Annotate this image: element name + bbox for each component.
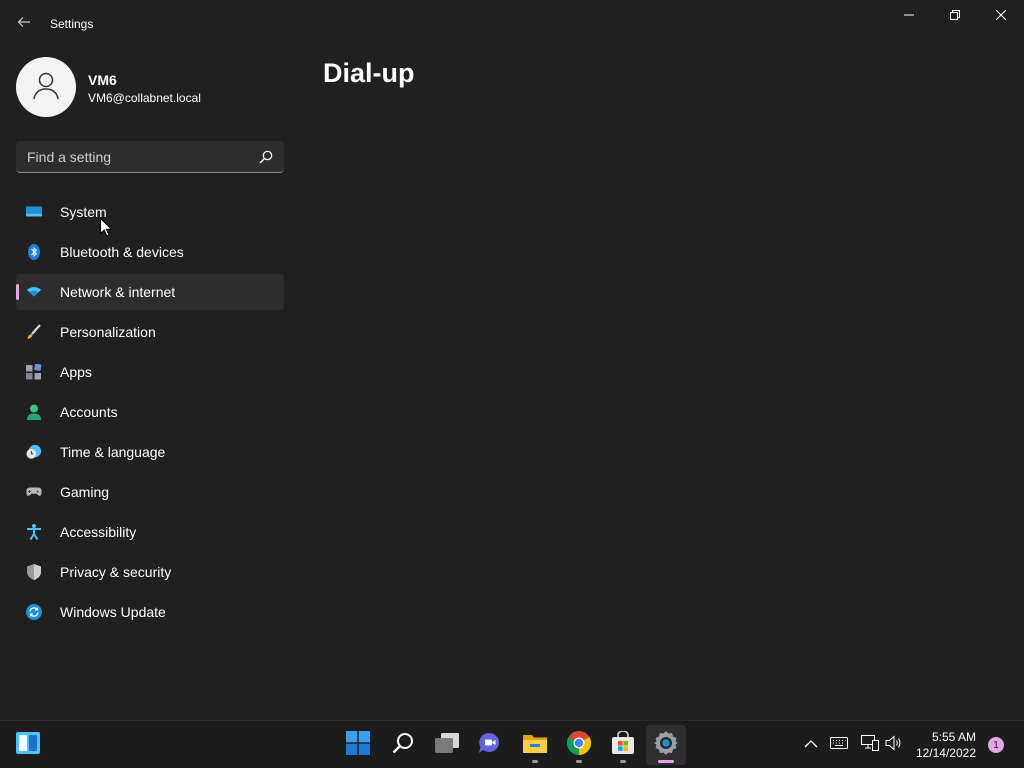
store-button[interactable] [603,725,643,765]
sidebar-item-system[interactable]: System [16,194,284,230]
sidebar-item-privacy[interactable]: Privacy & security [16,554,284,590]
chat-button[interactable] [470,725,510,765]
settings-taskbar-button[interactable] [646,725,686,765]
user-name: VM6 [88,72,117,88]
avatar[interactable] [16,57,76,117]
taskbar-search-button[interactable] [383,725,423,765]
running-indicator [532,760,538,763]
file-explorer-icon [522,732,548,759]
restore-icon [950,7,960,25]
system-icon [26,204,42,220]
accessibility-icon [26,524,42,540]
clock-time: 5:55 AM [931,730,976,744]
sidebar-item-personalization[interactable]: Personalization [16,314,284,350]
title-bar: Settings [0,0,1024,48]
brush-icon [26,324,42,340]
gamepad-icon [26,484,42,500]
show-hidden-icons-button[interactable] [801,735,821,755]
start-button[interactable] [338,725,378,765]
update-icon [26,604,42,620]
task-view-icon [434,732,460,759]
minimize-button[interactable] [886,0,932,32]
bluetooth-icon [26,244,42,260]
sidebar-item-label: Accounts [60,404,118,420]
running-indicator [576,760,582,763]
volume-tray-button[interactable] [884,734,904,756]
widgets-icon [16,731,40,759]
minimize-icon [904,7,914,25]
restore-button[interactable] [932,0,978,32]
user-icon [31,70,61,105]
page-title: Dial-up [323,58,415,88]
sidebar-item-label: Accessibility [60,524,137,540]
sidebar-item-time-language[interactable]: Time & language [16,434,284,470]
keyboard-tray-button[interactable] [829,735,849,755]
sidebar-item-label: Personalization [60,324,156,340]
app-title: Settings [50,17,94,31]
sidebar-item-bluetooth[interactable]: Bluetooth & devices [16,234,284,270]
chat-icon [478,732,502,759]
search-icon [392,732,414,759]
accounts-icon [26,404,42,420]
speaker-icon [885,734,903,756]
search-icon[interactable] [256,147,276,167]
sidebar-item-network[interactable]: Network & internet [16,274,284,310]
file-explorer-button[interactable] [515,725,555,765]
sidebar-item-accounts[interactable]: Accounts [16,394,284,430]
sidebar-item-label: Apps [60,364,92,380]
network-icon [26,284,42,300]
task-view-button[interactable] [427,725,467,765]
mouse-cursor-icon [100,217,113,242]
sidebar-item-windows-update[interactable]: Windows Update [16,594,284,630]
active-indicator [658,760,674,763]
sidebar-item-label: Network & internet [60,284,176,300]
settings-window: Settings VM6 VM6@collabnet.local Find a … [0,0,1024,720]
widgets-button[interactable] [8,725,48,765]
notification-badge[interactable]: 1 [988,737,1004,753]
taskbar-clock[interactable]: 5:55 AM 12/14/2022 [912,729,976,761]
taskbar: 5:55 AM 12/14/2022 1 [0,720,1024,768]
sidebar-item-label: Gaming [60,484,110,500]
search-box [16,141,284,173]
chevron-up-icon [804,736,818,754]
chrome-icon [566,730,592,760]
store-icon [611,729,635,760]
back-arrow-icon [17,15,31,34]
sidebar-nav: System Bluetooth & devices Network & int… [16,194,284,634]
chrome-button[interactable] [559,725,599,765]
sidebar-item-label: Windows Update [60,604,166,620]
running-indicator [620,760,626,763]
network-monitor-icon [861,734,879,756]
sidebar-item-apps[interactable]: Apps [16,354,284,390]
sidebar-item-label: Time & language [60,444,166,460]
sidebar-item-label: Bluetooth & devices [60,244,184,260]
clock-date: 12/14/2022 [915,746,976,760]
close-button[interactable] [978,0,1024,32]
sidebar-item-accessibility[interactable]: Accessibility [16,514,284,550]
back-button[interactable] [10,10,38,38]
close-icon [995,7,1007,25]
start-icon [346,730,370,760]
sidebar-item-label: Privacy & security [60,564,172,580]
shield-icon [26,564,42,580]
keyboard-icon [830,736,848,754]
network-tray-button[interactable] [860,734,880,756]
clock-globe-icon [26,444,42,460]
sidebar-item-gaming[interactable]: Gaming [16,474,284,510]
search-input[interactable] [16,141,252,172]
apps-icon [26,364,42,380]
settings-icon [653,730,679,761]
user-email: VM6@collabnet.local [88,91,201,105]
